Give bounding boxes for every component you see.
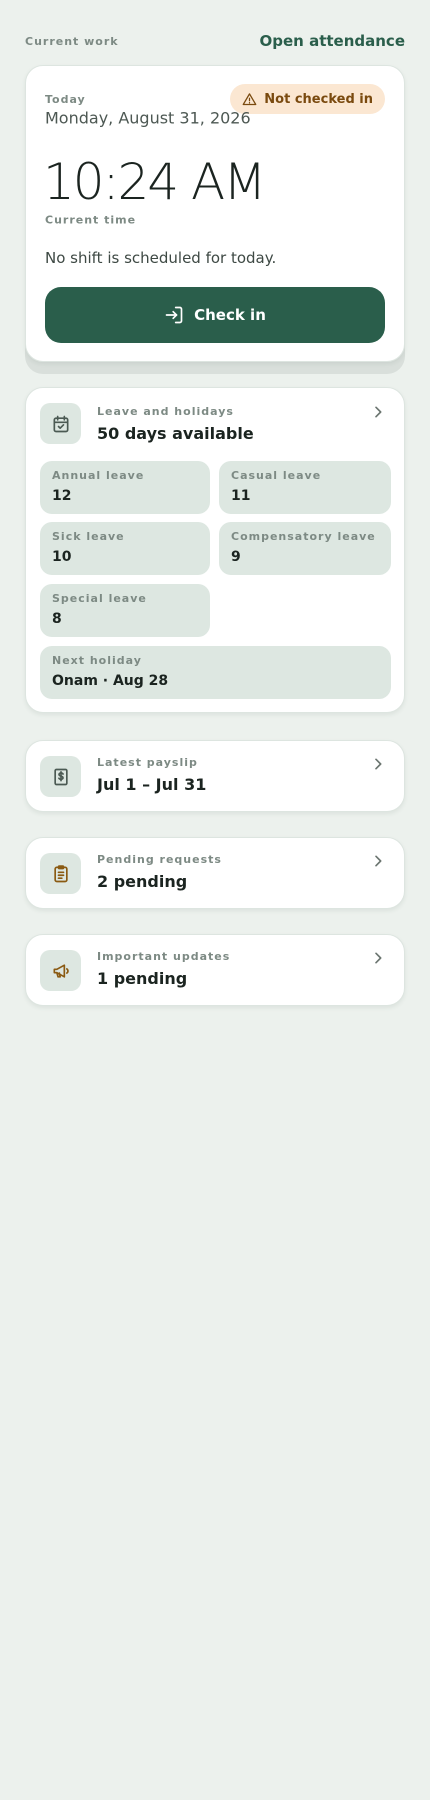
shift-message: No shift is scheduled for today.: [45, 249, 277, 267]
leave-tile-casual: Casual leave 11: [219, 461, 391, 514]
tile-label: Sick leave: [52, 530, 125, 543]
check-in-label: Check in: [194, 306, 266, 324]
tile-value: 10: [52, 549, 72, 565]
requests-value: 2 pending: [97, 872, 188, 891]
next-holiday-label: Next holiday: [52, 654, 142, 667]
pending-requests-card[interactable]: Pending requests 2 pending: [25, 837, 405, 909]
header: Current work Open attendance: [25, 30, 405, 52]
next-holiday-tile: Next holiday Onam · Aug 28: [40, 646, 391, 699]
login-arrow-icon: [165, 306, 183, 324]
warning-triangle-icon: [242, 92, 257, 105]
leave-icon-box: [40, 403, 81, 444]
updates-icon-box: [40, 950, 81, 991]
tile-label: Special leave: [52, 592, 147, 605]
leave-tile-sick: Sick leave 10: [40, 522, 210, 575]
current-time-label: Current time: [45, 213, 137, 227]
payslip-title: Latest payslip: [97, 756, 198, 769]
current-time: 10:24 AM: [43, 153, 266, 211]
today-label: Today: [45, 92, 86, 106]
current-date: Monday, August 31, 2026: [45, 108, 251, 128]
chevron-right-icon: [375, 758, 382, 770]
important-updates-card[interactable]: Important updates 1 pending: [25, 934, 405, 1006]
tile-value: 11: [231, 488, 251, 504]
check-in-button[interactable]: Check in: [45, 287, 385, 343]
tile-value: 9: [231, 549, 241, 565]
leave-tile-annual: Annual leave 12: [40, 461, 210, 514]
tile-label: Casual leave: [231, 469, 322, 482]
updates-value: 1 pending: [97, 969, 188, 988]
clipboard-list-icon: [53, 864, 68, 882]
payslip-icon-box: [40, 756, 81, 797]
next-holiday-value: Onam · Aug 28: [52, 673, 169, 689]
attendance-card: Today Not checked in Monday, August 31, …: [25, 65, 405, 362]
leave-tile-special: Special leave 8: [40, 584, 210, 637]
updates-title: Important updates: [97, 950, 231, 963]
chevron-right-icon: [375, 952, 382, 964]
tile-label: Annual leave: [52, 469, 145, 482]
megaphone-icon: [53, 963, 69, 978]
payslip-value: Jul 1 – Jul 31: [97, 775, 207, 794]
requests-title: Pending requests: [97, 853, 222, 866]
payslip-card[interactable]: Latest payslip Jul 1 – Jul 31: [25, 740, 405, 812]
chevron-right-icon: [375, 855, 382, 867]
leave-tile-compensatory: Compensatory leave 9: [219, 522, 391, 575]
open-attendance-link[interactable]: Open attendance: [260, 32, 405, 50]
status-badge: Not checked in: [230, 84, 385, 114]
tile-value: 8: [52, 611, 62, 627]
chevron-right-icon: [375, 406, 382, 418]
section-label: Current work: [25, 34, 119, 48]
calendar-check-icon: [53, 415, 68, 432]
dollar-receipt-icon: [53, 768, 68, 785]
leave-title: Leave and holidays: [97, 405, 234, 418]
status-badge-label: Not checked in: [264, 91, 373, 107]
requests-icon-box: [40, 853, 81, 894]
leave-card[interactable]: Leave and holidays 50 days available Ann…: [25, 387, 405, 713]
leave-summary: 50 days available: [97, 424, 254, 443]
tile-label: Compensatory leave: [231, 530, 376, 543]
tile-value: 12: [52, 488, 72, 504]
